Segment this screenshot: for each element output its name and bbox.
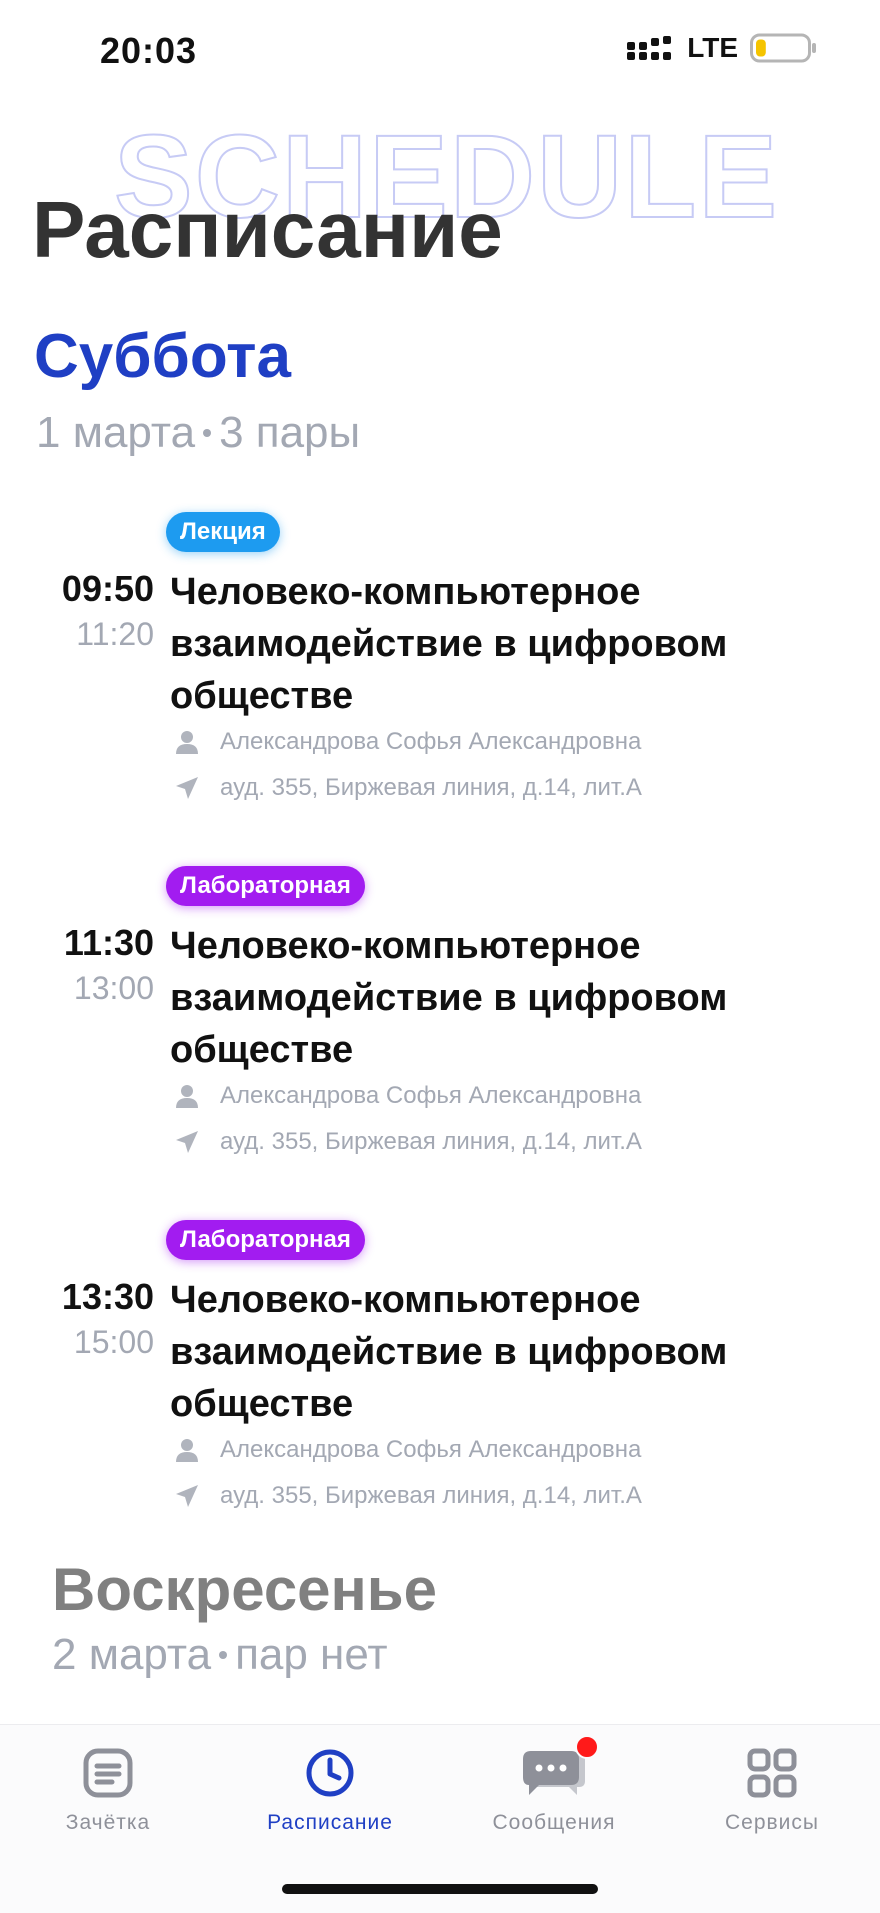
lesson-end-time: 11:20	[76, 616, 154, 652]
lesson-teacher: Александрова Софья Александровна	[174, 1082, 641, 1110]
lesson-type-badge: Лекция	[166, 512, 280, 552]
lesson-card[interactable]: Лабораторная 11:30 13:00 Человеко-компью…	[0, 866, 880, 1166]
lesson-location: ауд. 355, Биржевая линия, д.14, лит.А	[174, 1482, 642, 1510]
person-icon	[176, 731, 198, 754]
tab-schedule[interactable]: Расписание	[230, 1745, 430, 1835]
day-title: Суббота	[34, 322, 292, 391]
person-icon	[176, 1439, 198, 1462]
day-subtitle: 1 марта 3 пары	[36, 408, 360, 458]
clock-icon	[306, 1749, 354, 1797]
teacher-name: Александрова Софья Александровна	[220, 1082, 642, 1109]
lesson-title: Человеко-компьютерное взаимодействие в ц…	[170, 1279, 728, 1425]
room-address: ауд. 355, Биржевая линия, д.14, лит.А	[220, 1482, 642, 1509]
grid-icon	[747, 1748, 797, 1798]
status-indicators: LTE	[627, 32, 816, 64]
battery-icon	[750, 33, 816, 63]
room-address: ауд. 355, Биржевая линия, д.14, лит.А	[220, 1128, 642, 1155]
lesson-type-badge: Лабораторная	[166, 866, 365, 906]
lesson-teacher: Александрова Софья Александровна	[174, 728, 641, 756]
location-arrow-icon	[176, 777, 198, 799]
tab-label: Расписание	[267, 1811, 393, 1834]
separator-dot	[219, 1651, 228, 1659]
lesson-teacher: Александрова Софья Александровна	[174, 1436, 641, 1464]
lesson-start-time: 11:30	[63, 922, 154, 963]
room-address: ауд. 355, Биржевая линия, д.14, лит.А	[220, 774, 642, 801]
home-indicator[interactable]	[282, 1884, 598, 1894]
lesson-end-time: 13:00	[73, 970, 154, 1006]
lesson-type-badge: Лабораторная	[166, 1220, 365, 1260]
lesson-start-time: 13:30	[61, 1276, 154, 1317]
lesson-count: 3 пары	[219, 408, 361, 457]
location-arrow-icon	[176, 1131, 198, 1153]
lesson-location: ауд. 355, Биржевая линия, д.14, лит.А	[174, 1128, 642, 1156]
tab-label: Сообщения	[492, 1811, 616, 1834]
lesson-card[interactable]: Лабораторная 13:30 15:00 Человеко-компью…	[0, 1220, 880, 1520]
lesson-end-time: 15:00	[73, 1324, 154, 1360]
chat-icon-wrap	[519, 1735, 599, 1801]
lesson-count: пар нет	[235, 1630, 388, 1679]
lesson-title: Человеко-компьютерное взаимодействие в ц…	[170, 571, 728, 717]
page-title: Расписание	[32, 185, 503, 274]
day-title: Воскресенье	[52, 1556, 438, 1623]
teacher-name: Александрова Софья Александровна	[220, 728, 642, 755]
day-subtitle: 2 марта пар нет	[52, 1630, 388, 1680]
day-date: 2 марта	[52, 1630, 212, 1679]
day-date: 1 марта	[36, 408, 196, 457]
notification-badge	[575, 1735, 599, 1759]
teacher-name: Александрова Софья Александровна	[220, 1436, 642, 1463]
signal-icon	[627, 36, 672, 60]
tab-label: Зачётка	[65, 1811, 151, 1834]
tab-label: Сервисы	[724, 1811, 819, 1834]
lesson-title: Человеко-компьютерное взаимодействие в ц…	[170, 925, 728, 1071]
lesson-start-time: 09:50	[61, 568, 154, 609]
status-time: 20:03	[100, 30, 198, 71]
tab-record-book[interactable]: Зачётка	[8, 1745, 208, 1835]
tab-messages[interactable]: Сообщения	[454, 1735, 654, 1835]
tab-services[interactable]: Сервисы	[672, 1745, 872, 1835]
lesson-card[interactable]: Лекция 09:50 11:20 Человеко-компьютерное…	[0, 512, 880, 812]
lesson-location: ауд. 355, Биржевая линия, д.14, лит.А	[174, 774, 642, 802]
record-book-icon	[83, 1748, 133, 1798]
separator-dot	[203, 429, 212, 437]
network-type: LTE	[687, 32, 738, 63]
location-arrow-icon	[176, 1485, 198, 1507]
person-icon	[176, 1085, 198, 1108]
